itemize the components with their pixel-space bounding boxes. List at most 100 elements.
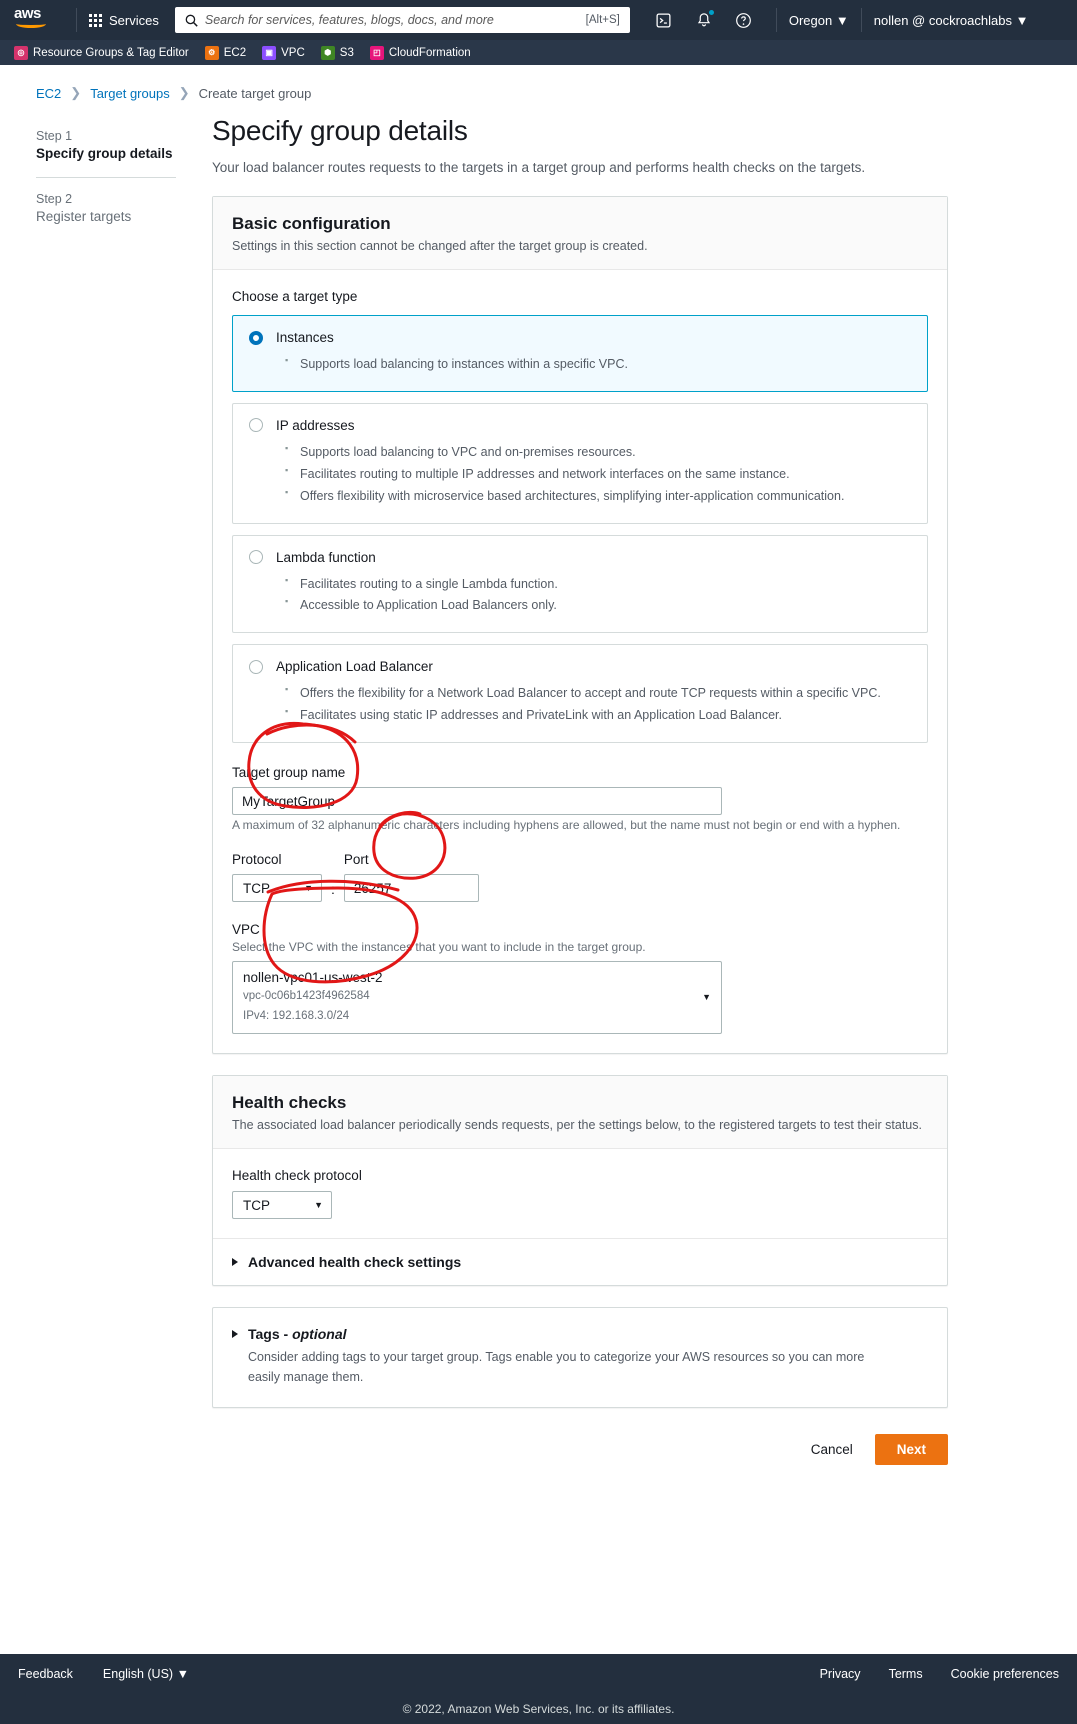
tags-card: Tags - optional Consider adding tags to …: [212, 1307, 948, 1409]
protocol-value: TCP: [243, 880, 270, 896]
wizard-steps: Step 1 Specify group details Step 2 Regi…: [0, 115, 212, 1473]
feedback-link[interactable]: Feedback: [18, 1667, 73, 1681]
account-menu[interactable]: nollen @ cockroachlabs ▼: [874, 13, 1029, 28]
tags-description: Consider adding tags to your target grou…: [248, 1350, 865, 1384]
vpc-selected-value: nollen-vpc01-us-west-2 vpc-0c06b1423f496…: [243, 970, 383, 1024]
cloudshell-icon[interactable]: [653, 9, 675, 31]
nav-divider: [76, 8, 77, 32]
language-selector[interactable]: English (US) ▼: [103, 1667, 189, 1681]
aws-logo[interactable]: aws: [14, 6, 52, 33]
wizard-step1-label: Step 1: [36, 129, 73, 143]
target-type-bullets: Offers the flexibility for a Network Loa…: [285, 682, 911, 727]
notification-badge-dot: [708, 10, 714, 15]
region-selector[interactable]: Oregon ▼: [789, 13, 849, 28]
breadcrumb-item-target-groups[interactable]: Target groups: [90, 86, 170, 101]
copyright-text: © 2022, Amazon Web Services, Inc. or its…: [402, 1702, 675, 1716]
cancel-button[interactable]: Cancel: [811, 1442, 853, 1457]
breadcrumb-current: Create target group: [198, 85, 312, 101]
terms-link[interactable]: Terms: [889, 1667, 923, 1681]
radio-application-load-balancer[interactable]: [249, 659, 263, 674]
target-type-option-ip-addresses[interactable]: IP addresses Supports load balancing to …: [232, 402, 928, 524]
target-type-option-lambda-function[interactable]: Lambda function Facilitates routing to a…: [232, 534, 928, 634]
waffle-grid-icon: [89, 13, 102, 27]
privacy-link[interactable]: Privacy: [820, 1667, 861, 1681]
vpc-hint: Select the VPC with the instances that y…: [232, 940, 646, 954]
target-group-name-hint: A maximum of 32 alphanumeric characters …: [232, 818, 901, 832]
target-type-title: IP addresses: [276, 417, 355, 433]
target-type-option-instances[interactable]: Instances Supports load balancing to ins…: [232, 315, 928, 392]
breadcrumb-separator-icon: ❯: [70, 85, 82, 100]
global-search-bar[interactable]: [Alt+S]: [174, 7, 630, 33]
bullet: Facilitates routing to multiple IP addre…: [285, 463, 911, 486]
region-label: Oregon: [788, 12, 833, 28]
next-button[interactable]: Next: [874, 1434, 948, 1466]
bullet: Supports load balancing to VPC and on-pr…: [285, 441, 911, 464]
target-group-name-input[interactable]: [232, 787, 722, 815]
breadcrumb: EC2 ❯ Target groups ❯ Create target grou…: [0, 65, 1077, 101]
account-label: nollen @ cockroachlabs: [873, 12, 1012, 28]
favorites-bar: ◎ Resource Groups & Tag Editor ⚙ EC2 ▣ V…: [0, 40, 1077, 65]
breadcrumb-item-ec2[interactable]: EC2: [36, 86, 61, 101]
favorite-s3[interactable]: ⬢ S3: [320, 45, 354, 60]
radio-lambda-function[interactable]: [249, 550, 263, 564]
health-check-protocol-label: Health check protocol: [232, 1168, 362, 1184]
health-checks-subheading: The associated load balancer periodicall…: [232, 1118, 922, 1133]
bullet: Offers the flexibility for a Network Loa…: [285, 682, 911, 705]
page-description: Your load balancer routes requests to th…: [212, 160, 866, 175]
notifications-bell-icon[interactable]: [693, 9, 715, 31]
wizard-step2-name[interactable]: Register targets: [36, 209, 212, 224]
tags-label: Tags - optional: [248, 1326, 347, 1343]
page-footer: Feedback English (US) ▼ Privacy Terms Co…: [0, 1654, 1077, 1724]
target-type-title: Lambda function: [276, 549, 376, 565]
target-type-option-application-load-balancer[interactable]: Application Load Balancer Offers the fle…: [232, 644, 928, 743]
vpc-label: VPC: [232, 922, 260, 937]
protocol-label: Protocol: [232, 852, 282, 867]
wizard-step1-name[interactable]: Specify group details: [36, 146, 212, 161]
search-shortcut-hint: [Alt+S]: [585, 14, 620, 26]
chevron-down-icon: ▼: [314, 1200, 323, 1211]
radio-instances[interactable]: [249, 330, 263, 345]
favorite-label: EC2: [223, 46, 247, 59]
protocol-select[interactable]: TCP ▼: [232, 874, 322, 902]
target-type-bullets: Facilitates routing to a single Lambda f…: [285, 573, 911, 618]
port-input[interactable]: [343, 874, 479, 902]
target-group-name-label: Target group name: [232, 765, 346, 780]
target-type-bullets: Supports load balancing to instances wit…: [285, 353, 911, 376]
chevron-down-icon: ▼: [835, 12, 849, 28]
breadcrumb-separator-icon: ❯: [178, 85, 190, 100]
chevron-down-icon: ▼: [304, 883, 313, 893]
vpc-icon: ▣: [262, 45, 277, 60]
favorite-ec2[interactable]: ⚙ EC2: [204, 45, 247, 60]
favorite-vpc[interactable]: ▣ VPC: [262, 45, 305, 60]
favorite-resource-groups[interactable]: ◎ Resource Groups & Tag Editor: [14, 45, 189, 60]
advanced-health-check-settings-expander[interactable]: Advanced health check settings: [213, 1238, 947, 1285]
main-content: Specify group details Your load balancer…: [212, 115, 1077, 1473]
tags-expander[interactable]: Tags - optional: [232, 1326, 928, 1342]
protocol-port-colon: :: [331, 881, 335, 897]
target-type-title: Application Load Balancer: [276, 659, 433, 675]
footer-right-links: Privacy Terms Cookie preferences: [820, 1667, 1059, 1681]
wizard-divider: [36, 177, 176, 178]
favorite-cloudformation[interactable]: ◰ CloudFormation: [369, 45, 471, 60]
bullet: Accessible to Application Load Balancers…: [285, 594, 911, 617]
cookie-preferences-link[interactable]: Cookie preferences: [951, 1667, 1059, 1681]
resource-groups-icon: ◎: [14, 45, 28, 60]
vpc-select[interactable]: nollen-vpc01-us-west-2 vpc-0c06b1423f496…: [232, 961, 722, 1035]
basic-configuration-header: Basic configuration Settings in this sec…: [213, 197, 947, 270]
triangle-right-icon: [232, 1330, 238, 1339]
chevron-down-icon: ▼: [702, 992, 711, 1003]
health-checks-body: Health check protocol TCP ▼: [213, 1149, 947, 1238]
basic-configuration-subheading: Settings in this section cannot be chang…: [232, 239, 648, 253]
radio-ip-addresses[interactable]: [249, 418, 263, 433]
health-check-protocol-value: TCP: [243, 1197, 270, 1213]
port-label: Port: [343, 852, 369, 867]
port-field: Port: [343, 852, 479, 902]
search-input[interactable]: [204, 13, 586, 27]
favorite-label: VPC: [281, 46, 305, 59]
services-menu-button[interactable]: Services: [89, 13, 159, 28]
footer-links-row: Feedback English (US) ▼ Privacy Terms Co…: [0, 1654, 1077, 1694]
page-layout: Step 1 Specify group details Step 2 Regi…: [0, 101, 1077, 1473]
target-type-bullets: Supports load balancing to VPC and on-pr…: [285, 441, 911, 508]
health-check-protocol-select[interactable]: TCP ▼: [232, 1191, 332, 1220]
help-icon[interactable]: [733, 9, 755, 31]
